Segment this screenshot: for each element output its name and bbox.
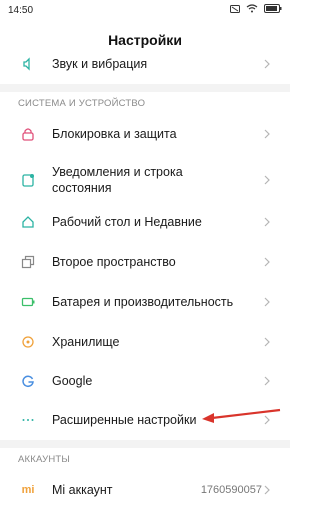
more-icon (20, 412, 36, 428)
lock-icon (20, 126, 36, 142)
settings-item-label: Звук и вибрация (52, 57, 148, 71)
chevron-right-icon (262, 483, 272, 497)
mi-logo-icon: mi (21, 484, 35, 496)
storage-icon (20, 334, 36, 350)
settings-item-label: Рабочий стол и Недавние (52, 215, 202, 229)
status-time: 14:50 (8, 5, 34, 16)
chevron-right-icon (262, 127, 272, 141)
settings-item-google[interactable]: Google (0, 361, 290, 401)
google-icon (20, 373, 36, 389)
settings-item-label: Блокировка и защита (52, 127, 177, 141)
settings-item-label: Уведомления и строка состояния (52, 165, 183, 195)
settings-item-lock[interactable]: Блокировка и защита (0, 114, 290, 154)
settings-item-label: Google (52, 374, 93, 388)
chevron-right-icon (262, 295, 272, 309)
sound-icon (20, 56, 36, 72)
settings-item-label: Батарея и производительность (52, 295, 234, 309)
status-bar: 14:50 (0, 0, 290, 22)
chevron-right-icon (262, 255, 272, 269)
wifi-icon (246, 4, 258, 13)
battery-icon (20, 294, 36, 310)
settings-item-label: Хранилище (52, 335, 120, 349)
settings-item-second-space[interactable]: Второе пространство (0, 242, 290, 282)
annotation-arrow (202, 408, 281, 423)
section-title-system: СИСТЕМА И УСТРОЙСТВО (18, 98, 146, 109)
settings-item-storage[interactable]: Хранилище (0, 322, 290, 362)
settings-item-notifications[interactable]: Уведомления и строка состояния (0, 156, 290, 204)
chevron-right-icon (262, 335, 272, 349)
settings-item-sound[interactable]: Звук и вибрация (0, 44, 290, 84)
home-icon (20, 214, 36, 230)
chevron-right-icon (262, 215, 272, 229)
settings-item-label: Второе пространство (52, 255, 176, 269)
settings-item-battery[interactable]: Батарея и производительность (0, 282, 290, 322)
section-title-accounts: АККАУНТЫ (18, 454, 71, 465)
section-divider (0, 84, 290, 92)
status-icons (230, 4, 282, 13)
sim-icon (230, 4, 240, 13)
chevron-right-icon (262, 57, 272, 71)
second-space-icon (20, 254, 36, 270)
account-id: 1760590057 (200, 484, 262, 496)
section-divider (0, 440, 290, 448)
settings-item-home[interactable]: Рабочий стол и Недавние (0, 202, 290, 242)
chevron-right-icon (262, 374, 272, 388)
chevron-right-icon (262, 173, 272, 187)
battery-status-icon (264, 4, 282, 13)
settings-item-mi-account[interactable]: mi Mi аккаунт 1760590057 (0, 470, 290, 510)
notifications-icon (20, 172, 36, 188)
